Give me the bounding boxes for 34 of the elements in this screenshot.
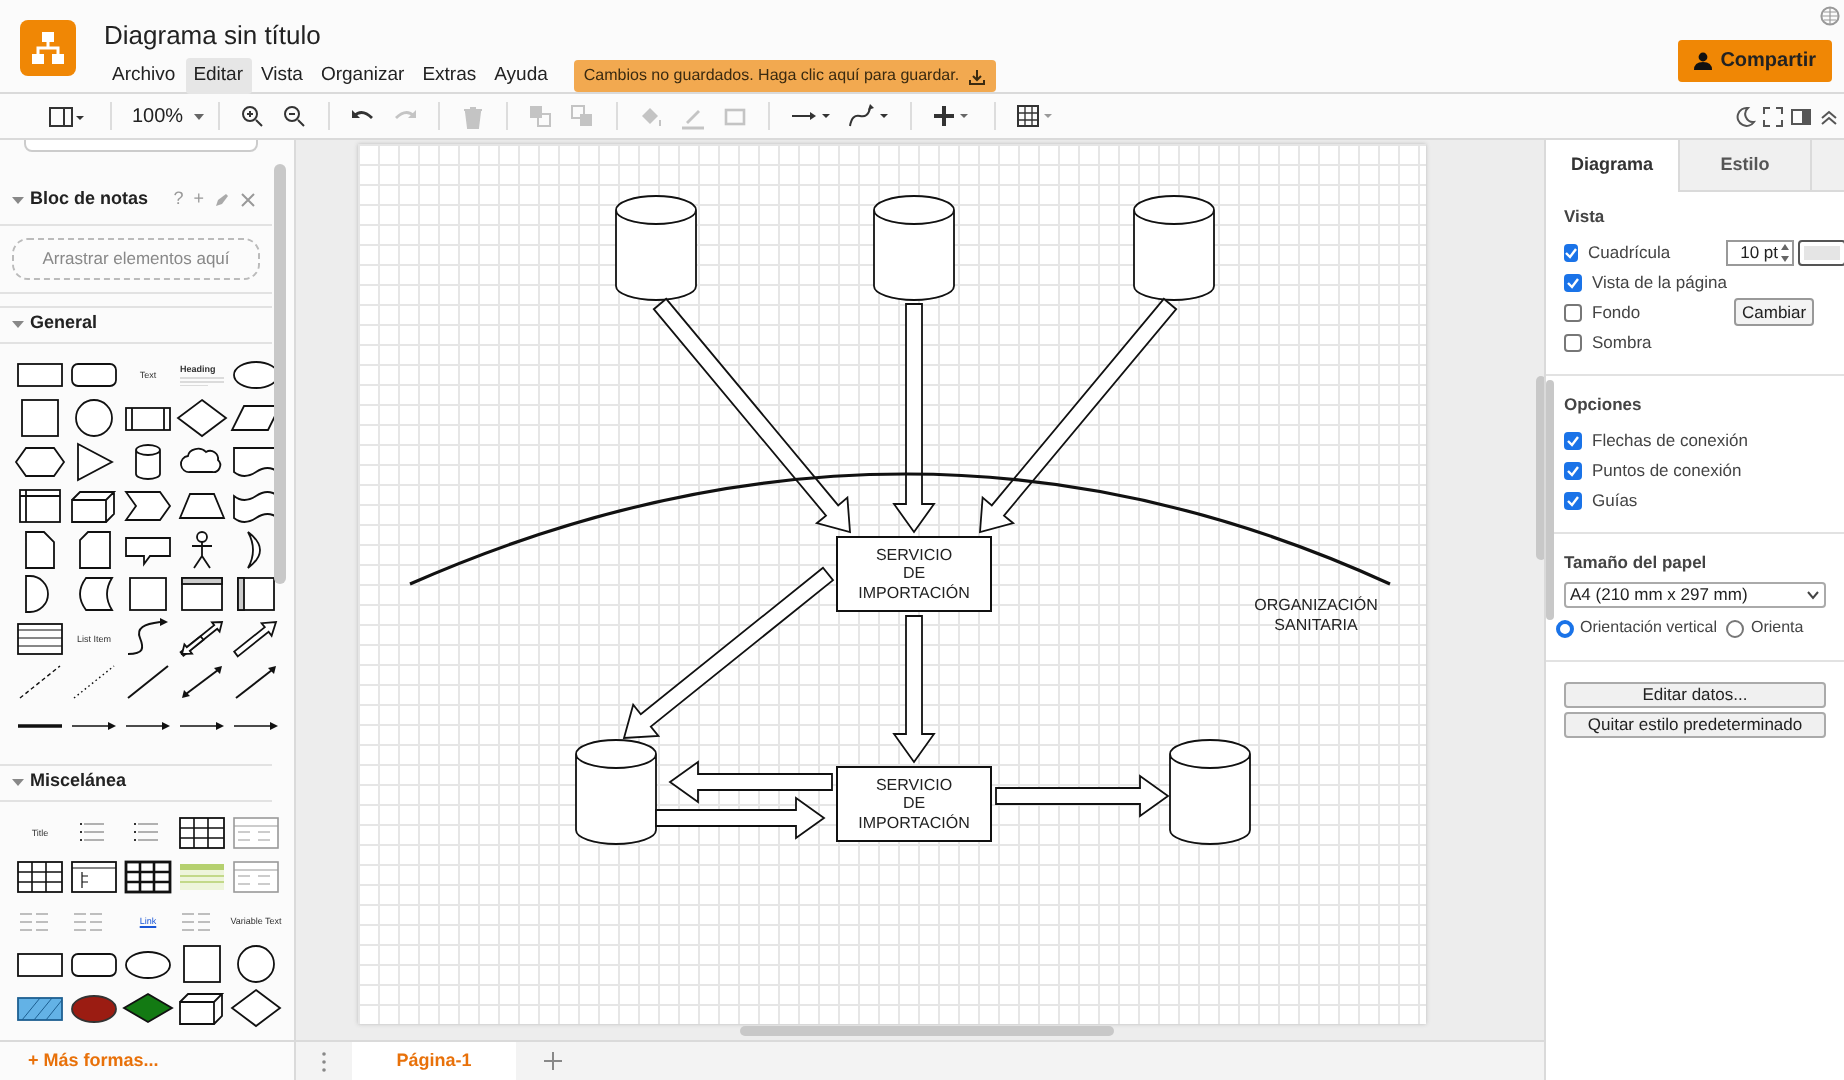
checkbox-label: Guías bbox=[1592, 487, 1640, 513]
panel-button[interactable]: Editar datos... bbox=[1564, 682, 1826, 709]
section-title[interactable]: General bbox=[30, 309, 98, 337]
radio-label: Orientación vertical bbox=[1580, 616, 1717, 641]
checkbox-label: Sombra bbox=[1592, 329, 1654, 356]
change-button[interactable]: Cambiar bbox=[1734, 298, 1815, 327]
document-title[interactable]: Diagrama sin título bbox=[104, 20, 996, 52]
menu-item[interactable]: Extras bbox=[414, 58, 485, 95]
unsaved-changes-banner[interactable]: Cambios no guardados. Haga clic aquí para guardar. bbox=[573, 60, 996, 93]
checkbox-label: Puntos de conexión bbox=[1592, 457, 1742, 483]
radio-label: Orienta bbox=[1750, 616, 1804, 641]
panel-button[interactable]: Quitar estilo predeterminado bbox=[1564, 712, 1826, 739]
diagram-label[interactable]: ORGANIZACIÓN SANITARIA bbox=[1240, 596, 1392, 634]
panel-tab[interactable]: Estilo bbox=[1678, 140, 1810, 192]
panel-tab[interactable]: Diagrama bbox=[1546, 140, 1678, 192]
section-title: Tamaño del papel bbox=[1564, 549, 1709, 575]
menu-item[interactable]: Archivo bbox=[104, 58, 184, 95]
menu-item[interactable]: Editar bbox=[185, 58, 252, 95]
section-title[interactable]: Miscelánea bbox=[30, 767, 127, 795]
process-box[interactable]: SERVICIO DE IMPORTACIÓN bbox=[836, 766, 992, 842]
checkbox-label: Cuadrícula bbox=[1588, 239, 1673, 266]
paper-size-select[interactable]: A4 (210 mm x 297 mm) bbox=[1564, 582, 1826, 609]
share-button[interactable]: Compartir bbox=[1678, 40, 1832, 82]
section-title[interactable]: Bloc de notas bbox=[30, 186, 164, 214]
section-title: Vista bbox=[1564, 204, 1607, 230]
menu-item[interactable]: Vista bbox=[253, 58, 311, 95]
checkbox-label: Fondo bbox=[1592, 299, 1643, 326]
menu-item[interactable]: Organizar bbox=[312, 58, 413, 95]
checkbox-label: Vista de la página bbox=[1592, 269, 1727, 296]
menu-item[interactable]: Ayuda bbox=[486, 58, 556, 95]
checkbox-label: Flechas de conexión bbox=[1592, 427, 1748, 453]
process-box[interactable]: SERVICIO DE IMPORTACIÓN bbox=[836, 536, 992, 612]
zoom-dropdown[interactable]: 100% bbox=[124, 101, 192, 131]
section-title: Opciones bbox=[1564, 391, 1644, 417]
